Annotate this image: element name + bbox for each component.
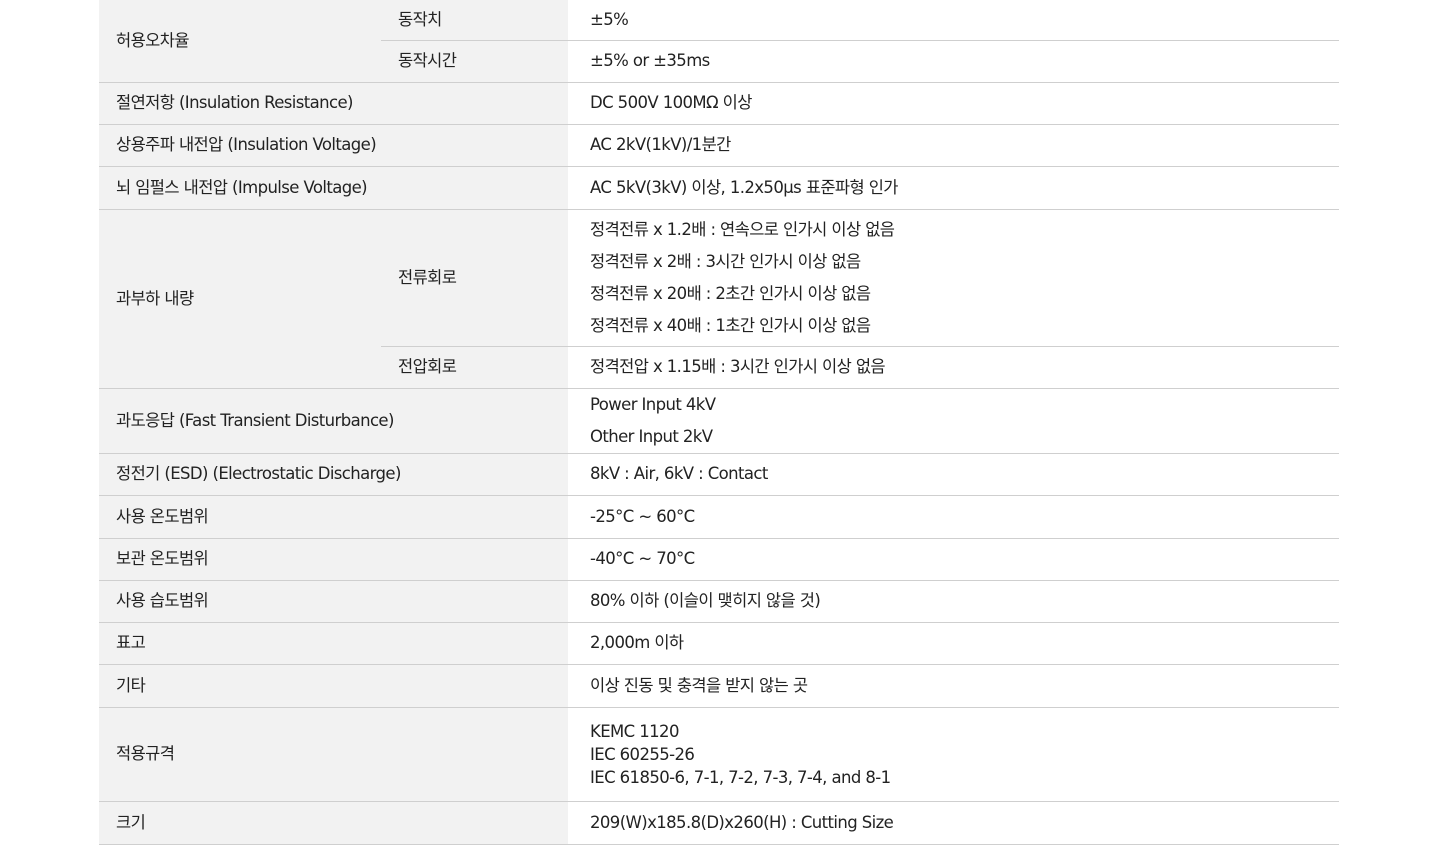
table-row-overload-current: 과부하 내량 전류회로 정격전류 x 1.2배 : 연속으로 인가시 이상 없음… <box>99 209 1339 389</box>
value-impulse-voltage: AC 5kV(3kV) 이상, 1.2x50μs 표준파형 인가 <box>568 166 1339 210</box>
row-label-humidity: 사용 습도범위 <box>99 580 568 623</box>
fast-transient-line: Power Input 4kV <box>590 394 716 414</box>
current-circuit-line: 정격전류 x 40배 : 1초간 인가시 이상 없음 <box>590 315 871 335</box>
row-label-operating-temp: 사용 온도범위 <box>99 495 568 539</box>
value-current-circuit: 정격전류 x 1.2배 : 연속으로 인가시 이상 없음 정격전류 x 2배 :… <box>568 209 1339 347</box>
value-esd: 8kV : Air, 6kV : Contact <box>568 453 1339 496</box>
value-storage-temp: -40°C ~ 70°C <box>568 538 1339 581</box>
row-label-size: 크기 <box>99 801 568 845</box>
table-row-insulation-voltage: 상용주파 내전압 (Insulation Voltage) AC 2kV(1kV… <box>99 124 1339 167</box>
value-voltage-circuit: 정격전압 x 1.15배 : 3시간 인가시 이상 없음 <box>568 346 1339 389</box>
sub-label-operating-time: 동작시간 <box>381 40 568 83</box>
table-row-size: 크기 209(W)x185.8(D)x260(H) : Cutting Size <box>99 801 1339 845</box>
table-row-storage-temp: 보관 온도범위 -40°C ~ 70°C <box>99 538 1339 581</box>
spec-table: 허용오차율 동작치 ±5% 동작시간 ±5% or ±35ms 절연저항 (In… <box>99 0 1339 845</box>
table-row-tolerance-value: 허용오차율 동작치 ±5% <box>99 0 1339 83</box>
row-label-other: 기타 <box>99 664 568 708</box>
row-label-insulation-voltage: 상용주파 내전압 (Insulation Voltage) <box>99 124 568 167</box>
table-row-impulse-voltage: 뇌 임펄스 내전압 (Impulse Voltage) AC 5kV(3kV) … <box>99 166 1339 210</box>
sub-label-voltage-circuit: 전압회로 <box>381 346 568 389</box>
current-circuit-line: 정격전류 x 2배 : 3시간 인가시 이상 없음 <box>590 251 861 271</box>
table-row-insulation-resistance: 절연저항 (Insulation Resistance) DC 500V 100… <box>99 82 1339 125</box>
current-circuit-line: 정격전류 x 1.2배 : 연속으로 인가시 이상 없음 <box>590 219 895 239</box>
table-row-standards: 적용규격 KEMC 1120 IEC 60255-26 IEC 61850-6,… <box>99 707 1339 802</box>
row-label-insulation-resistance: 절연저항 (Insulation Resistance) <box>99 82 568 125</box>
value-operating-value: ±5% <box>568 0 1339 41</box>
row-label-tolerance: 허용오차율 <box>99 0 381 83</box>
row-label-storage-temp: 보관 온도범위 <box>99 538 568 581</box>
fast-transient-line: Other Input 2kV <box>590 426 713 446</box>
standards-line: KEMC 1120 <box>590 721 679 741</box>
table-row-fast-transient: 과도응답 (Fast Transient Disturbance) Power … <box>99 388 1339 454</box>
row-label-altitude: 표고 <box>99 622 568 665</box>
value-altitude: 2,000m 이하 <box>568 622 1339 665</box>
current-circuit-line: 정격전류 x 20배 : 2초간 인가시 이상 없음 <box>590 283 871 303</box>
value-humidity: 80% 이하 (이슬이 맺히지 않을 것) <box>568 580 1339 623</box>
row-label-fast-transient: 과도응답 (Fast Transient Disturbance) <box>99 388 568 454</box>
row-label-esd: 정전기 (ESD) (Electrostatic Discharge) <box>99 453 568 496</box>
value-operating-time: ±5% or ±35ms <box>568 40 1339 83</box>
table-row-other: 기타 이상 진동 및 충격을 받지 않는 곳 <box>99 664 1339 708</box>
row-label-overload: 과부하 내량 <box>99 209 381 389</box>
table-row-altitude: 표고 2,000m 이하 <box>99 622 1339 665</box>
value-standards: KEMC 1120 IEC 60255-26 IEC 61850-6, 7-1,… <box>568 707 1339 802</box>
table-row-esd: 정전기 (ESD) (Electrostatic Discharge) 8kV … <box>99 453 1339 496</box>
value-insulation-voltage: AC 2kV(1kV)/1분간 <box>568 124 1339 167</box>
table-row-humidity: 사용 습도범위 80% 이하 (이슬이 맺히지 않을 것) <box>99 580 1339 623</box>
sub-label-operating-value: 동작치 <box>381 0 568 41</box>
value-insulation-resistance: DC 500V 100MΩ 이상 <box>568 82 1339 125</box>
value-operating-temp: -25°C ~ 60°C <box>568 495 1339 539</box>
standards-line: IEC 60255-26 <box>590 744 695 764</box>
value-other: 이상 진동 및 충격을 받지 않는 곳 <box>568 664 1339 708</box>
table-row-operating-temp: 사용 온도범위 -25°C ~ 60°C <box>99 495 1339 539</box>
row-label-standards: 적용규격 <box>99 707 568 802</box>
standards-line: IEC 61850-6, 7-1, 7-2, 7-3, 7-4, and 8-1 <box>590 767 891 787</box>
value-fast-transient: Power Input 4kV Other Input 2kV <box>568 388 1339 454</box>
value-size: 209(W)x185.8(D)x260(H) : Cutting Size <box>568 801 1339 845</box>
row-label-impulse-voltage: 뇌 임펄스 내전압 (Impulse Voltage) <box>99 166 568 210</box>
sub-label-current-circuit: 전류회로 <box>381 209 568 347</box>
